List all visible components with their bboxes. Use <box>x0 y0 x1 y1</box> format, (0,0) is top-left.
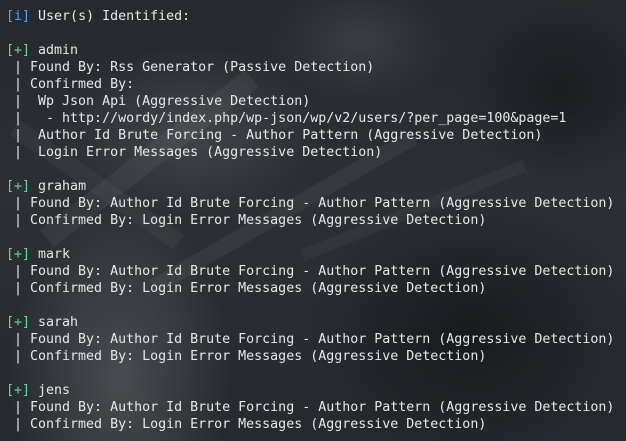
user-detail-line: | Confirmed By: <box>6 77 135 92</box>
user-detail-line: | Login Error Messages (Aggressive Detec… <box>6 145 383 160</box>
header-text: User(s) Identified: <box>30 9 191 24</box>
user-detail-line: | Found By: Author Id Brute Forcing - Au… <box>6 196 615 211</box>
info-tag: [i] <box>6 9 31 24</box>
user-entry-sarah: [+] sarah <box>6 314 626 331</box>
terminal-output[interactable]: [i] User(s) Identified: [+] admin | Foun… <box>6 8 626 433</box>
user-name: jens <box>30 383 71 398</box>
user-name: admin <box>30 43 79 58</box>
users-identified-header: [i] User(s) Identified: <box>6 8 626 25</box>
user-detail-line: | Found By: Author Id Brute Forcing - Au… <box>6 400 615 415</box>
user-detail-line: | Confirmed By: Login Error Messages (Ag… <box>6 213 487 228</box>
user-detail-url-line: | - http://wordy/index.php/wp-json/wp/v2… <box>6 111 567 126</box>
user-detail-line: | Found By: Rss Generator (Passive Detec… <box>6 60 375 75</box>
user-name: sarah <box>30 315 79 330</box>
plus-tag: [+] <box>6 179 31 194</box>
plus-tag: [+] <box>6 315 31 330</box>
user-entry-mark: [+] mark <box>6 246 626 263</box>
user-detail-line: | Confirmed By: Login Error Messages (Ag… <box>6 417 487 432</box>
user-entry-graham: [+] graham <box>6 178 626 195</box>
user-detail-line: | Confirmed By: Login Error Messages (Ag… <box>6 281 487 296</box>
user-detail-line: | Wp Json Api (Aggressive Detection) <box>6 94 311 109</box>
user-name: mark <box>30 247 71 262</box>
plus-tag: [+] <box>6 247 31 262</box>
user-name: graham <box>30 179 87 194</box>
user-detail-line: | Found By: Author Id Brute Forcing - Au… <box>6 264 615 279</box>
plus-tag: [+] <box>6 383 31 398</box>
plus-tag: [+] <box>6 43 31 58</box>
user-entry-admin: [+] admin <box>6 42 626 59</box>
user-detail-line: | Confirmed By: Login Error Messages (Ag… <box>6 349 487 364</box>
user-entry-jens: [+] jens <box>6 382 626 399</box>
user-detail-line: | Author Id Brute Forcing - Author Patte… <box>6 128 543 143</box>
user-detail-line: | Found By: Author Id Brute Forcing - Au… <box>6 332 615 347</box>
